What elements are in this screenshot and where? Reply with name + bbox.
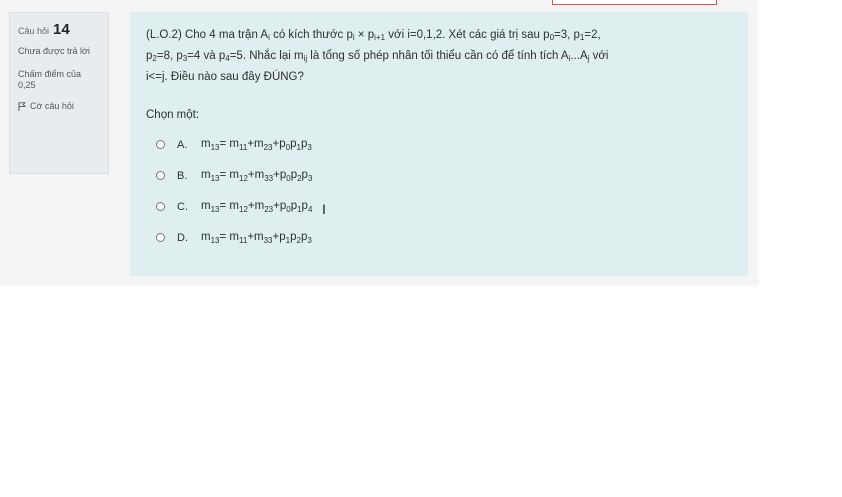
answer-letter: C. — [177, 200, 188, 213]
question-number-label: Câu hỏi — [18, 26, 50, 36]
answer-letter: A. — [177, 138, 188, 151]
question-number-value: 14 — [53, 21, 70, 38]
answer-option-c[interactable]: C. m13= m12+m23+p0p1p4 — [146, 191, 732, 222]
answer-letter: D. — [177, 231, 188, 244]
answer-formula: m13= m12+m23+p0p1p4 — [201, 199, 313, 214]
answer-prompt: Chọn một: — [146, 109, 200, 121]
radio-icon[interactable] — [156, 171, 165, 180]
radio-icon[interactable] — [156, 233, 165, 242]
answer-formula: m13= m12+m33+p0p2p3 — [201, 168, 313, 183]
quiz-page-area: Câu hỏi 14 Chưa được trả lời Chấm điểm c… — [0, 0, 758, 284]
answer-formula: m13= m11+m23+p0p1p3 — [201, 137, 312, 152]
question-info-panel: Câu hỏi 14 Chưa được trả lời Chấm điểm c… — [9, 12, 109, 174]
question-state: Chưa được trả lời — [18, 46, 90, 56]
top-edge-box — [552, 0, 717, 5]
answer-option-a[interactable]: A. m13= m11+m23+p0p1p3 — [146, 129, 732, 160]
radio-icon[interactable] — [156, 202, 165, 211]
answer-option-d[interactable]: D. m13= m11+m33+p1p2p3 — [146, 222, 732, 253]
answer-list: A. m13= m11+m23+p0p1p3 B. m13= m12+m33+p… — [146, 129, 732, 253]
question-content: (L.O.2) Cho 4 ma trận Ai có kích thước p… — [130, 12, 748, 276]
question-grade: Chấm điểm của 0,25 — [18, 69, 82, 90]
question-text: (L.O.2) Cho 4 ma trận Ai có kích thước p… — [146, 29, 609, 83]
radio-icon[interactable] — [156, 140, 165, 149]
question-number: Câu hỏi 14 — [18, 21, 100, 38]
answer-formula: m13= m11+m33+p1p2p3 — [201, 230, 312, 245]
answer-option-b[interactable]: B. m13= m12+m33+p0p2p3 — [146, 160, 732, 191]
flag-label: Cờ câu hỏi — [30, 101, 74, 111]
answer-letter: B. — [177, 169, 188, 182]
flag-icon — [18, 101, 26, 111]
flag-question-link[interactable]: Cờ câu hỏi — [18, 101, 100, 111]
